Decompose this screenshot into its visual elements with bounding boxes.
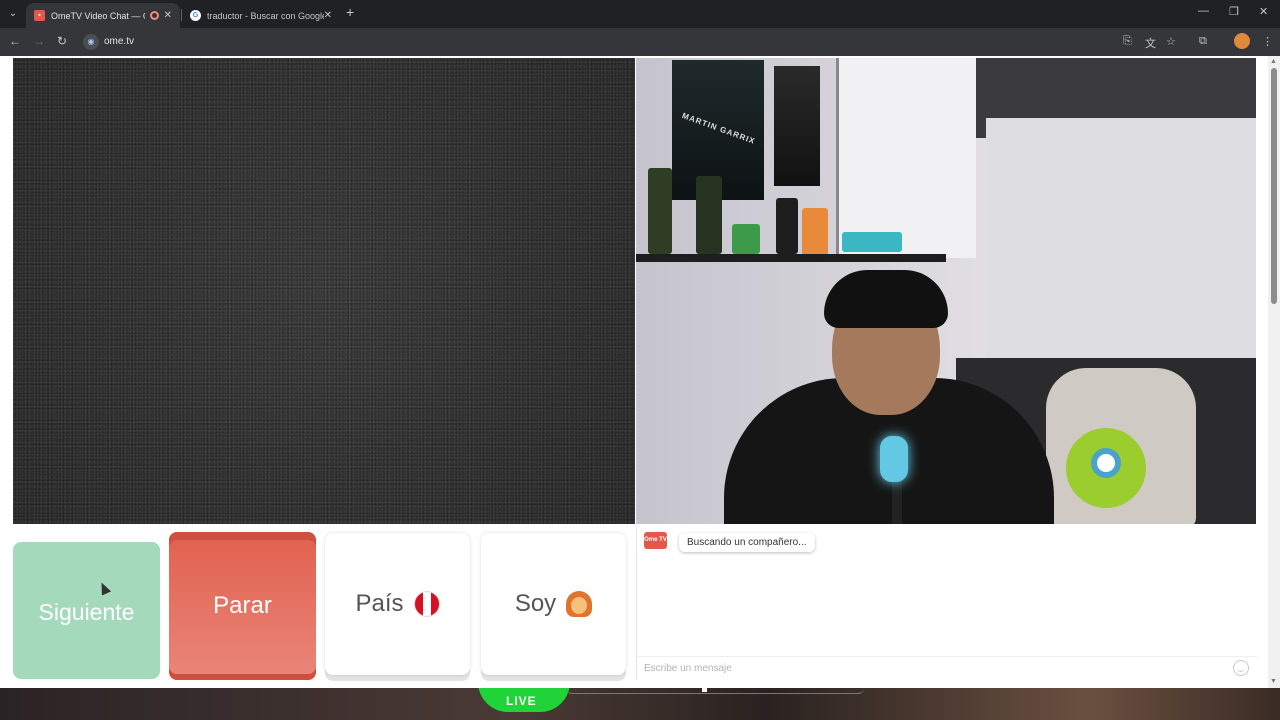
close-icon[interactable]: ✕ xyxy=(164,10,172,21)
close-icon[interactable]: ✕ xyxy=(324,10,332,21)
message-input[interactable] xyxy=(637,656,1257,680)
video-plush xyxy=(1091,448,1121,478)
emoji-picker-icon[interactable] xyxy=(1233,660,1249,676)
video-object xyxy=(892,478,902,524)
video-scene xyxy=(836,58,976,258)
country-button[interactable]: País xyxy=(325,533,470,675)
video-object xyxy=(776,198,798,254)
extensions-icon[interactable]: ⧉ xyxy=(1199,35,1207,48)
overlay-bar xyxy=(566,688,864,694)
tab-title: traductor - Buscar con Google xyxy=(207,10,324,21)
ometv-favicon-icon: ▪ xyxy=(34,10,45,21)
tab-ometv[interactable]: ▪ OmeTV Video Chat — Ome ✕ xyxy=(26,3,180,28)
recording-icon xyxy=(149,11,159,20)
google-favicon-icon: G xyxy=(190,10,201,21)
video-object xyxy=(802,208,828,256)
restore-icon[interactable]: ❐ xyxy=(1229,5,1239,18)
translate-icon[interactable]: 文 xyxy=(1145,35,1156,51)
video-scene xyxy=(986,118,1256,378)
site-info-icon[interactable]: ◉ xyxy=(83,34,99,50)
scroll-up-icon[interactable]: ▲ xyxy=(1270,58,1277,65)
tab-google-search[interactable]: G traductor - Buscar con Google ✕ xyxy=(182,3,340,28)
country-button-label: País xyxy=(355,590,404,617)
back-icon[interactable]: ← xyxy=(9,34,21,48)
reload-icon[interactable]: ↻ xyxy=(57,34,67,48)
system-message: Buscando un compañero... xyxy=(679,533,815,552)
page-scrollbar[interactable]: ▲ ▼ xyxy=(1268,56,1280,688)
bookmark-star-icon[interactable]: ☆ xyxy=(1166,35,1176,48)
background-strip: LIVE xyxy=(0,688,1280,720)
tab-title: OmeTV Video Chat — Ome xyxy=(51,10,145,21)
browser-toolbar: ← → ↻ ◉ ome.tv ⎘ 文 ☆ ⧉ ⋮ xyxy=(0,28,1280,56)
gender-button-label: Soy xyxy=(514,590,557,617)
url-text: ome.tv xyxy=(104,36,135,47)
video-object xyxy=(880,436,908,482)
scroll-down-icon[interactable]: ▼ xyxy=(1270,678,1277,685)
video-object xyxy=(696,176,722,254)
install-app-icon[interactable]: ⎘ xyxy=(1123,35,1132,48)
stranger-video xyxy=(13,58,635,524)
tab-search-icon[interactable]: ⌄ xyxy=(4,5,22,23)
live-label: LIVE xyxy=(506,694,537,708)
video-object xyxy=(842,232,902,252)
window-close-icon[interactable]: ✕ xyxy=(1259,5,1268,18)
video-shelf xyxy=(636,254,946,262)
forward-icon[interactable]: → xyxy=(33,34,45,48)
gender-button[interactable]: Soy xyxy=(481,533,626,675)
next-button-label: Siguiente xyxy=(38,599,135,625)
stop-button[interactable]: Parar xyxy=(169,532,316,680)
woman-emoji-icon xyxy=(566,591,593,617)
minimize-icon[interactable]: — xyxy=(1198,5,1209,17)
ometv-logo: Ome TV xyxy=(644,532,667,549)
menu-icon[interactable]: ⋮ xyxy=(1262,35,1273,48)
video-poster xyxy=(774,66,820,186)
scroll-thumb[interactable] xyxy=(1271,68,1277,304)
next-button[interactable]: Siguiente xyxy=(13,542,160,679)
video-person xyxy=(824,270,948,328)
address-bar[interactable]: ◉ ome.tv xyxy=(80,31,1190,53)
peru-flag-icon xyxy=(413,591,440,617)
video-object xyxy=(648,168,672,254)
video-object xyxy=(732,224,760,254)
profile-avatar[interactable] xyxy=(1234,33,1250,49)
overlay-dot xyxy=(702,688,707,692)
self-camera-video: MARTIN GARRIX xyxy=(636,58,1256,524)
chat-panel: Ome TV Buscando un compañero... xyxy=(636,526,1257,680)
stop-button-label: Parar xyxy=(213,592,272,619)
tab-strip: ⌄ ▪ OmeTV Video Chat — Ome ✕ G traductor… xyxy=(0,0,1280,28)
new-tab-icon[interactable]: + xyxy=(346,4,354,20)
ometv-page: MARTIN GARRIX Siguiente Parar País Soy O xyxy=(0,56,1280,688)
